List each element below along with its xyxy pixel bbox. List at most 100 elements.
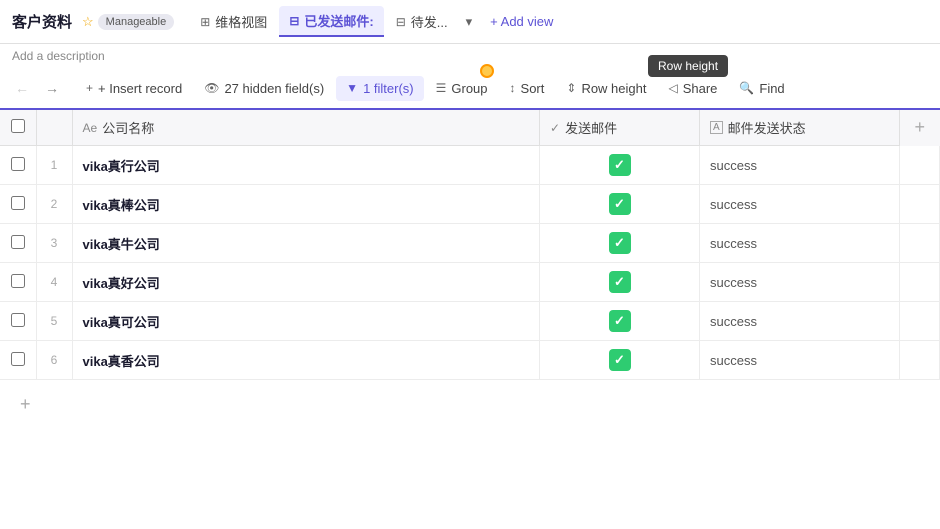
views-dropdown-button[interactable]: ▾ bbox=[460, 9, 479, 35]
table-row: 5 vika真可公司 ✓ success bbox=[0, 302, 940, 341]
row-checkbox[interactable] bbox=[11, 235, 25, 249]
table-container: Ae 公司名称 ✓ 发送邮件 A 邮件发送状态 + bbox=[0, 110, 940, 529]
star-icon: ☆ bbox=[82, 14, 94, 30]
row-checkbox-cell[interactable] bbox=[0, 224, 36, 263]
add-column-button[interactable]: + bbox=[900, 110, 940, 146]
company-name-cell: vika真牛公司 bbox=[72, 224, 540, 263]
send-email-col-icon: ✓ bbox=[550, 121, 560, 135]
email-status-cell: success bbox=[700, 341, 900, 380]
row-checkbox-cell[interactable] bbox=[0, 341, 36, 380]
table-row: 3 vika真牛公司 ✓ success bbox=[0, 224, 940, 263]
send-email-checkbox: ✓ bbox=[609, 232, 631, 254]
hidden-fields-icon: 👁 bbox=[204, 81, 219, 95]
company-name-cell: vika真棒公司 bbox=[72, 185, 540, 224]
company-name-cell: vika真香公司 bbox=[72, 341, 540, 380]
row-number: 6 bbox=[36, 341, 72, 380]
filter-icon: ▼ bbox=[346, 81, 358, 95]
row-number: 5 bbox=[36, 302, 72, 341]
email-status-cell: success bbox=[700, 185, 900, 224]
row-checkbox-cell[interactable] bbox=[0, 263, 36, 302]
grid-view-icon: ⊞ bbox=[200, 15, 210, 29]
row-height-icon: ⇕ bbox=[566, 81, 576, 95]
row-checkbox[interactable] bbox=[11, 157, 25, 171]
email-status-col-icon: A bbox=[710, 121, 723, 134]
table-row: 6 vika真香公司 ✓ success bbox=[0, 341, 940, 380]
company-name-header: Ae 公司名称 bbox=[72, 110, 540, 146]
row-number: 3 bbox=[36, 224, 72, 263]
select-all-checkbox[interactable] bbox=[11, 119, 25, 133]
row-checkbox[interactable] bbox=[11, 313, 25, 327]
filter-button[interactable]: ▼ 1 filter(s) bbox=[336, 76, 423, 101]
email-status-cell: success bbox=[700, 224, 900, 263]
table-row: 4 vika真好公司 ✓ success bbox=[0, 263, 940, 302]
view-tab-pending[interactable]: ⊟ 待发... bbox=[386, 7, 458, 36]
view-tab-grid[interactable]: ⊞ 维格视图 bbox=[190, 7, 277, 36]
sort-icon: ↕ bbox=[510, 81, 516, 95]
row-checkbox[interactable] bbox=[11, 274, 25, 288]
row-number: 2 bbox=[36, 185, 72, 224]
hidden-fields-button[interactable]: 👁 27 hidden field(s) bbox=[194, 76, 334, 101]
nav-back-button[interactable]: ← bbox=[8, 74, 36, 102]
share-icon: ◁ bbox=[668, 81, 677, 95]
send-email-cell: ✓ bbox=[540, 224, 700, 263]
share-button[interactable]: ◁ Share bbox=[658, 76, 727, 101]
email-status-header: A 邮件发送状态 bbox=[700, 110, 900, 146]
add-view-label: + Add view bbox=[490, 14, 553, 29]
subtitle-bar: Add a description bbox=[0, 44, 940, 68]
toolbar: ← → + + Insert record 👁 27 hidden field(… bbox=[0, 68, 940, 110]
add-row-button[interactable]: + bbox=[10, 386, 41, 423]
extra-col-cell bbox=[900, 302, 940, 341]
row-checkbox-cell[interactable] bbox=[0, 146, 36, 185]
add-view-button[interactable]: + Add view bbox=[480, 9, 563, 34]
select-all-header[interactable] bbox=[0, 110, 36, 146]
email-sent-view-icon: ⊟ bbox=[289, 14, 299, 28]
row-checkbox-cell[interactable] bbox=[0, 185, 36, 224]
row-number: 4 bbox=[36, 263, 72, 302]
table-row: 2 vika真棒公司 ✓ success bbox=[0, 185, 940, 224]
add-row-area: + bbox=[0, 380, 940, 429]
extra-col-cell bbox=[900, 341, 940, 380]
row-num-header bbox=[36, 110, 72, 146]
company-col-icon: Ae bbox=[83, 121, 98, 135]
extra-col-cell bbox=[900, 263, 940, 302]
find-icon: 🔍 bbox=[739, 81, 754, 95]
email-status-cell: success bbox=[700, 146, 900, 185]
email-status-cell: success bbox=[700, 302, 900, 341]
company-name-cell: vika真好公司 bbox=[72, 263, 540, 302]
company-name-cell: vika真行公司 bbox=[72, 146, 540, 185]
insert-icon: + bbox=[86, 81, 93, 95]
nav-forward-button[interactable]: → bbox=[38, 74, 66, 102]
row-checkbox[interactable] bbox=[11, 352, 25, 366]
extra-col-cell bbox=[900, 224, 940, 263]
view-tab-email-sent[interactable]: ⊟ 已发送邮件: bbox=[279, 6, 383, 37]
send-email-cell: ✓ bbox=[540, 263, 700, 302]
row-number: 1 bbox=[36, 146, 72, 185]
email-status-cell: success bbox=[700, 263, 900, 302]
group-button[interactable]: ☰ Group bbox=[426, 76, 498, 101]
table-row: 1 vika真行公司 ✓ success bbox=[0, 146, 940, 185]
data-table: Ae 公司名称 ✓ 发送邮件 A 邮件发送状态 + bbox=[0, 110, 940, 380]
send-email-cell: ✓ bbox=[540, 302, 700, 341]
insert-record-button[interactable]: + + Insert record bbox=[76, 76, 192, 101]
send-email-checkbox: ✓ bbox=[609, 349, 631, 371]
top-bar: 客户资料 ☆ Manageable ⊞ 维格视图 ⊟ 已发送邮件: ⊟ 待发..… bbox=[0, 0, 940, 44]
subtitle-text: Add a description bbox=[12, 49, 105, 63]
view-tabs: ⊞ 维格视图 ⊟ 已发送邮件: ⊟ 待发... ▾ + Add view bbox=[190, 6, 928, 37]
extra-col-cell bbox=[900, 146, 940, 185]
manageable-badge: Manageable bbox=[98, 14, 175, 30]
find-button[interactable]: 🔍 Find bbox=[729, 76, 794, 101]
pending-view-icon: ⊟ bbox=[396, 15, 406, 29]
row-checkbox-cell[interactable] bbox=[0, 302, 36, 341]
send-email-checkbox: ✓ bbox=[609, 310, 631, 332]
send-email-cell: ✓ bbox=[540, 146, 700, 185]
app-title: 客户资料 bbox=[12, 11, 72, 32]
row-checkbox[interactable] bbox=[11, 196, 25, 210]
toolbar-nav: ← → bbox=[8, 74, 66, 102]
send-email-cell: ✓ bbox=[540, 185, 700, 224]
send-email-checkbox: ✓ bbox=[609, 193, 631, 215]
send-email-checkbox: ✓ bbox=[609, 154, 631, 176]
company-name-cell: vika真可公司 bbox=[72, 302, 540, 341]
sort-button[interactable]: ↕ Sort bbox=[500, 76, 555, 101]
row-height-button[interactable]: ⇕ Row height bbox=[556, 76, 656, 101]
send-email-cell: ✓ bbox=[540, 341, 700, 380]
